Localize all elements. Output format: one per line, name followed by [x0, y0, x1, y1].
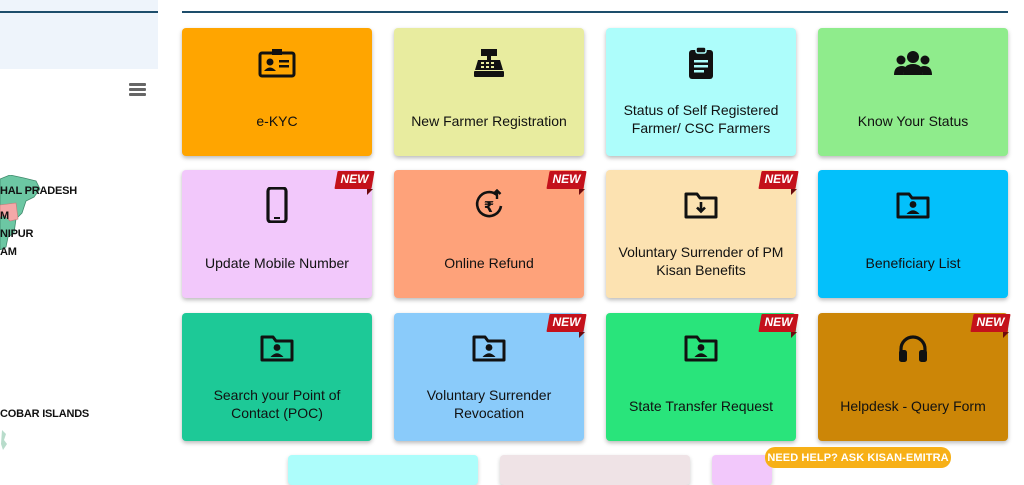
- tile-label: Status of Self Registered Farmer/ CSC Fa…: [623, 102, 779, 136]
- new-badge: NEW: [970, 314, 1011, 338]
- tile-label: e-KYC: [256, 113, 298, 129]
- map-label-mizoram: AM: [0, 246, 17, 258]
- tile-label: Update Mobile Number: [205, 255, 349, 271]
- new-badge-text: NEW: [340, 172, 369, 186]
- service-tile[interactable]: New Farmer Registration: [394, 28, 584, 156]
- service-tile-partial[interactable]: [712, 455, 772, 485]
- service-tile[interactable]: ₹ Online Refund NEW: [394, 170, 587, 298]
- service-tile[interactable]: Voluntary Surrender Revocation NEW: [394, 313, 587, 441]
- tile-label: New Farmer Registration: [411, 113, 567, 129]
- tile-label: Voluntary Surrender of PM Kisan Benefits: [618, 244, 784, 278]
- service-tile[interactable]: Search your Point of Contact (POC): [182, 313, 372, 441]
- kisan-emitra-help-button[interactable]: NEED HELP? ASK KISAN-EMITRA: [765, 447, 951, 468]
- users-icon: [818, 46, 1008, 80]
- folder-user-icon: [818, 188, 1008, 222]
- island-map-shape: [1, 430, 7, 450]
- divider-line: [182, 11, 1008, 13]
- new-badge-text: NEW: [976, 315, 1005, 329]
- service-tile[interactable]: State Transfer Request NEW: [606, 313, 799, 441]
- svg-text:₹: ₹: [484, 198, 494, 216]
- new-badge: NEW: [546, 171, 587, 195]
- folder-user-icon: [182, 331, 372, 365]
- cash-register-icon: [394, 46, 584, 80]
- menu-icon[interactable]: [129, 83, 146, 96]
- service-tile[interactable]: Update Mobile Number NEW: [182, 170, 375, 298]
- service-tile[interactable]: Know Your Status: [818, 28, 1008, 156]
- new-badge: NEW: [546, 314, 587, 338]
- new-badge: NEW: [758, 171, 799, 195]
- left-panel: HAL PRADESH M NIPUR AM COBAR ISLANDS: [0, 0, 158, 476]
- tile-label: Online Refund: [444, 255, 534, 271]
- new-badge-text: NEW: [552, 315, 581, 329]
- tile-label: Voluntary Surrender Revocation: [426, 387, 552, 421]
- map-label-assam: M: [0, 210, 9, 222]
- divider-line: [0, 11, 158, 13]
- service-tile[interactable]: Voluntary Surrender of PM Kisan Benefits…: [606, 170, 799, 298]
- new-badge-text: NEW: [764, 172, 793, 186]
- service-tile[interactable]: Helpdesk - Query Form NEW: [818, 313, 1011, 441]
- map-label-arunachal: HAL PRADESH: [0, 185, 78, 197]
- new-badge-text: NEW: [552, 172, 581, 186]
- new-badge-text: NEW: [764, 315, 793, 329]
- id-card-icon: [182, 46, 372, 80]
- tile-label: Search your Point of Contact (POC): [213, 387, 341, 421]
- service-tile-partial[interactable]: [288, 455, 478, 485]
- clipboard-icon: [606, 46, 796, 80]
- service-tile[interactable]: Status of Self Registered Farmer/ CSC Fa…: [606, 28, 796, 156]
- new-badge: NEW: [334, 171, 375, 195]
- service-tile[interactable]: e-KYC: [182, 28, 372, 156]
- tile-label: Helpdesk - Query Form: [840, 398, 986, 414]
- map-label-andaman-nicobar: COBAR ISLANDS: [0, 408, 90, 420]
- new-badge: NEW: [758, 314, 799, 338]
- service-tile[interactable]: Beneficiary List: [818, 170, 1008, 298]
- tile-label: Beneficiary List: [865, 255, 961, 271]
- service-tile-partial[interactable]: [500, 455, 690, 485]
- tile-label: State Transfer Request: [629, 398, 773, 414]
- tile-label: Know Your Status: [857, 113, 969, 129]
- map-label-manipur: NIPUR: [0, 228, 34, 240]
